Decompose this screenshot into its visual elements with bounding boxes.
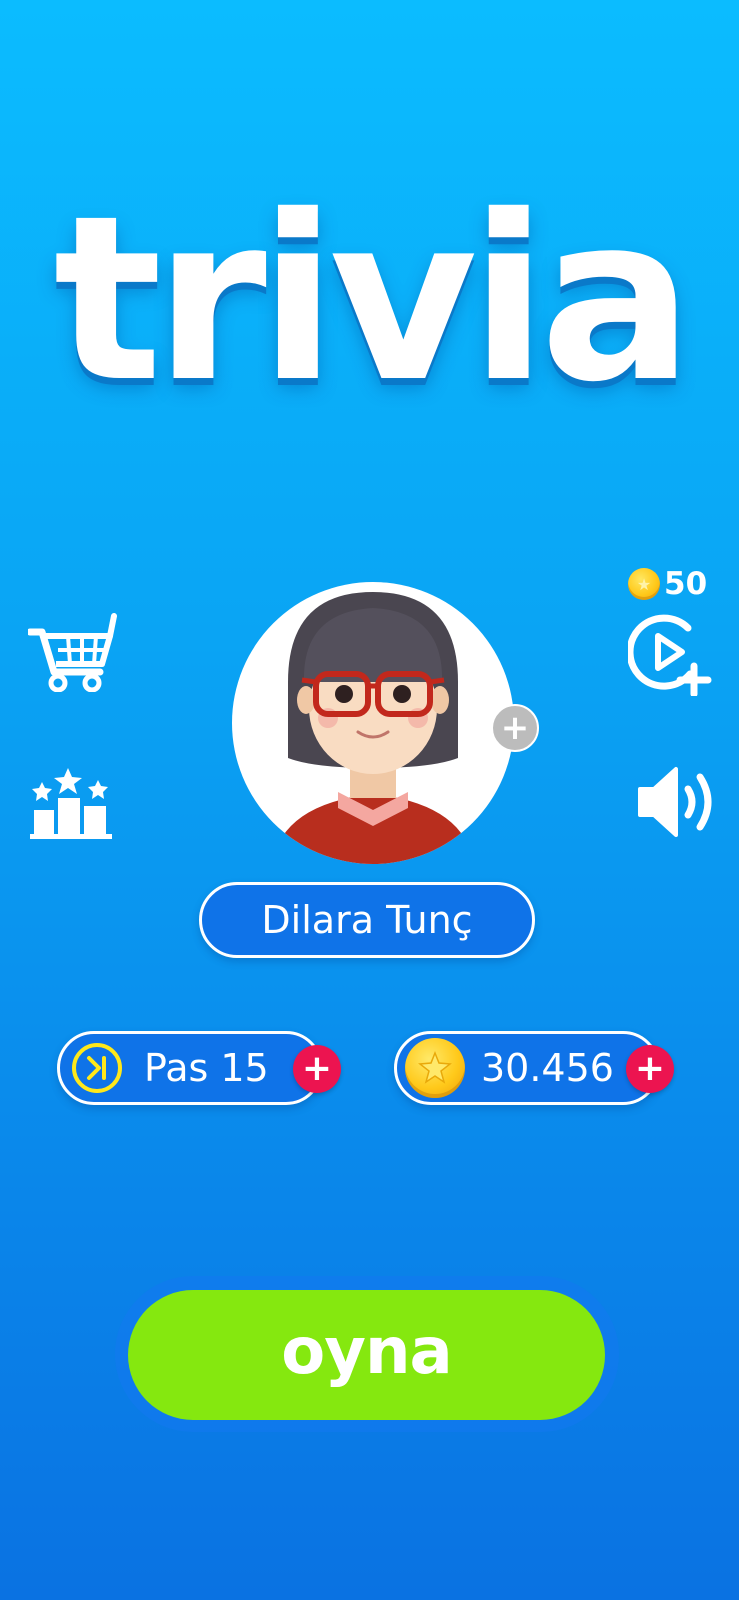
video-reward[interactable]: ★ 50 [628, 566, 728, 696]
skip-icon [72, 1043, 122, 1093]
shopping-cart-icon [26, 613, 117, 693]
player-name[interactable]: Dilara Tunç [199, 882, 535, 958]
leaderboard-button[interactable] [28, 768, 116, 840]
coin-icon: ★ [628, 568, 660, 600]
video-plus-icon[interactable] [628, 614, 712, 696]
play-button[interactable]: oyna [128, 1290, 605, 1420]
add-pass-button[interactable]: + [293, 1045, 341, 1093]
pass-counter: Pas 15 [57, 1031, 323, 1105]
change-avatar-button[interactable]: + [491, 704, 539, 752]
coin-counter: 30.456 [394, 1031, 660, 1105]
reward-amount: 50 [664, 566, 708, 602]
app-logo: trivia [53, 166, 693, 432]
add-coins-button[interactable]: + [626, 1045, 674, 1093]
avatar-illustration [272, 592, 474, 864]
speaker-icon [638, 767, 712, 837]
plus-icon: + [634, 1048, 666, 1089]
leaderboard-icon [30, 768, 112, 839]
plus-icon: + [500, 708, 530, 748]
sound-toggle-button[interactable] [636, 765, 722, 839]
pass-count-text: Pas 15 [144, 1046, 269, 1090]
avatar[interactable] [232, 582, 514, 864]
plus-icon: + [301, 1048, 333, 1089]
coin-icon [405, 1038, 465, 1098]
reward-coin-row: ★ 50 [628, 566, 707, 602]
shop-button[interactable] [26, 610, 120, 693]
coin-count-text: 30.456 [481, 1046, 614, 1090]
